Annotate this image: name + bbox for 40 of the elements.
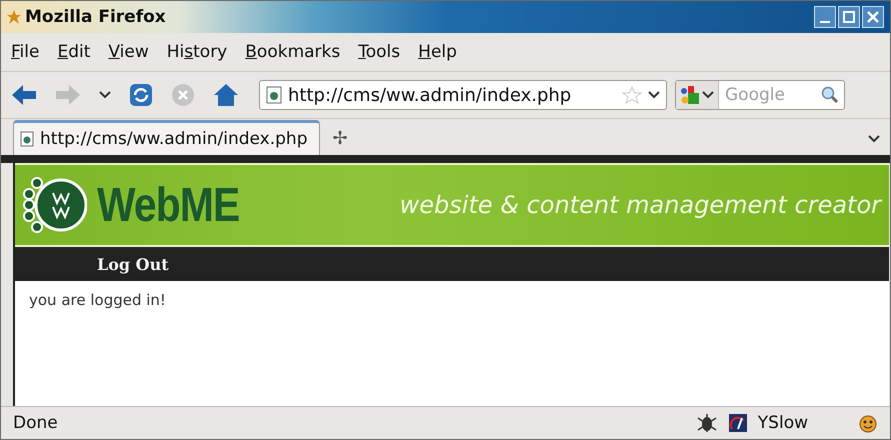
status-text: Done (13, 413, 58, 433)
close-icon (866, 10, 880, 24)
bookmark-star-icon[interactable] (622, 86, 642, 104)
star-icon (7, 10, 21, 24)
smiley-icon[interactable] (858, 413, 878, 433)
address-field[interactable]: http://cms/ww.admin/index.php (259, 80, 667, 110)
bug-icon[interactable] (696, 413, 718, 433)
menu-item[interactable]: View (108, 42, 149, 62)
tab-list-button[interactable] (868, 135, 880, 143)
status-message: you are logged in! (28, 290, 167, 311)
back-button[interactable] (11, 84, 37, 106)
search-engine-icon (680, 85, 700, 105)
dropdown-icon[interactable] (648, 91, 660, 99)
browser-tab[interactable]: http://cms/ww.admin/index.php (13, 120, 320, 155)
site-tagline: website & content management creator (400, 191, 881, 219)
yslow-label[interactable]: YSlow (758, 413, 808, 433)
menu-item[interactable]: File (11, 42, 40, 62)
menu-item[interactable]: History (166, 42, 228, 62)
history-dropdown-button[interactable] (99, 91, 111, 99)
page-icon (266, 86, 282, 104)
site-logo: WebME (97, 178, 240, 232)
maximize-icon (842, 10, 856, 24)
page-icon (20, 131, 34, 147)
minimize-icon (820, 21, 830, 23)
menu-item[interactable]: Edit (57, 42, 90, 62)
menu-item[interactable]: Tools (358, 42, 400, 62)
speedometer-icon[interactable] (728, 413, 748, 433)
minimize-button[interactable] (814, 6, 836, 28)
home-button[interactable] (213, 83, 239, 107)
reload-button[interactable] (129, 83, 153, 107)
dropdown-icon (702, 91, 714, 99)
new-tab-button[interactable]: ✢ (320, 128, 360, 155)
search-bar[interactable]: Google (675, 80, 845, 110)
maximize-button[interactable] (838, 6, 860, 28)
menu-item[interactable]: Bookmarks (245, 42, 340, 62)
window-title: Mozilla Firefox (25, 7, 166, 27)
search-icon (821, 86, 839, 104)
close-button[interactable] (862, 6, 884, 28)
menu-item[interactable]: Help (418, 42, 457, 62)
nav-link[interactable]: Log Out (97, 254, 169, 274)
